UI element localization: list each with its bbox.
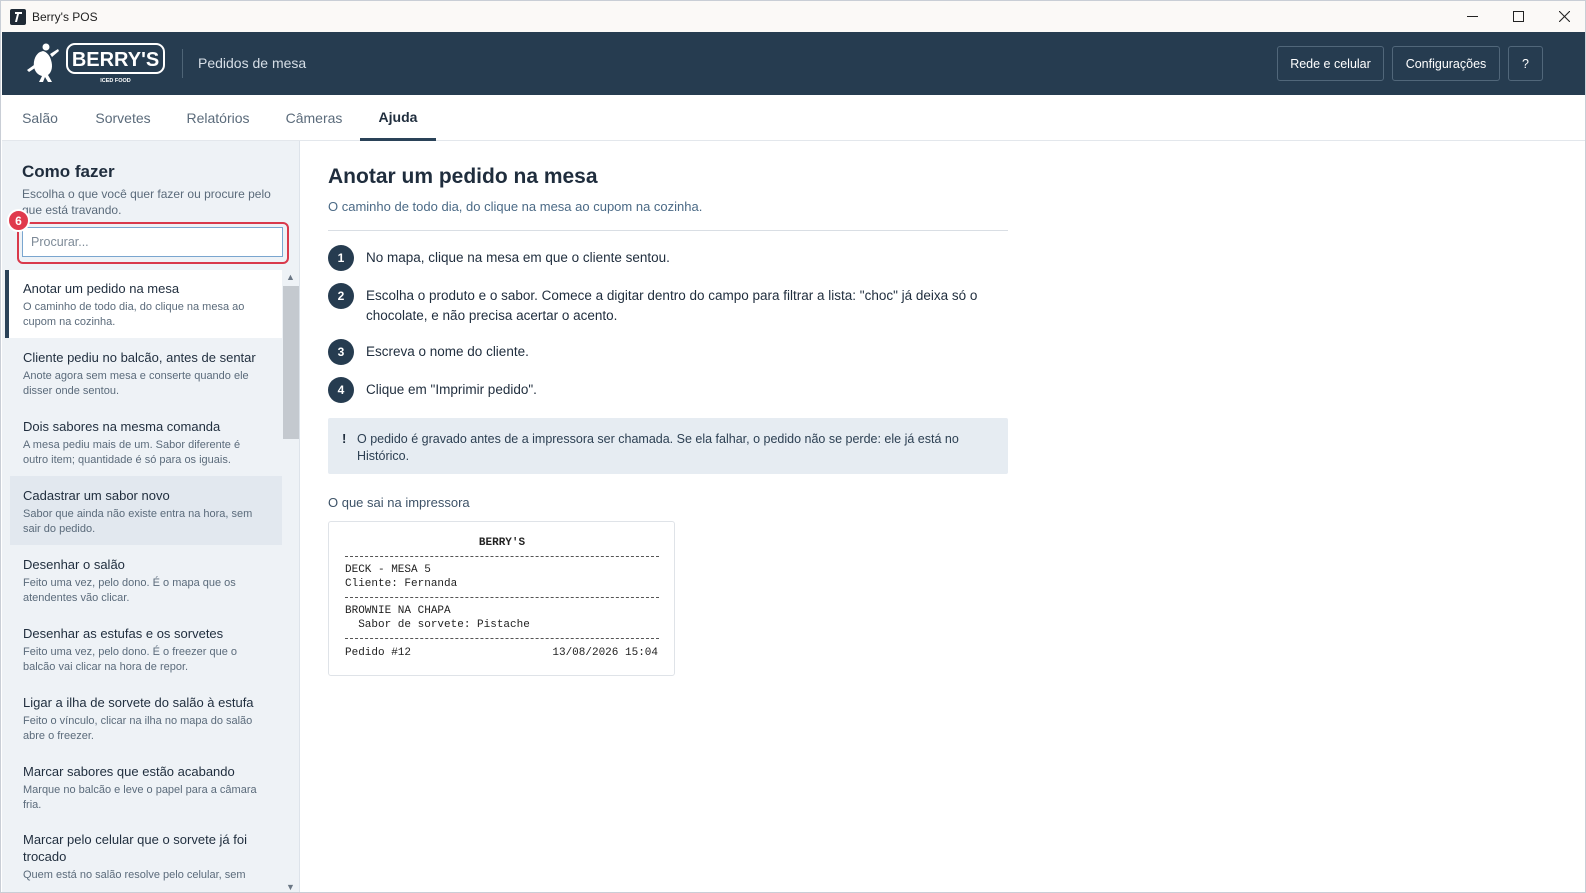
receipt-datetime: 13/08/2026 15:04: [552, 647, 658, 659]
receipt-customer: Cliente: Fernanda: [345, 578, 458, 590]
receipt-divider: [345, 556, 659, 557]
step-text: Escolha o produto e o sabor. Comece a di…: [366, 288, 978, 323]
list-item-title: Desenhar o salão: [23, 557, 125, 572]
tab-sorvetes[interactable]: Sorvetes: [86, 95, 160, 141]
list-item-desc: O caminho de todo dia, do clique na mesa…: [23, 301, 245, 328]
list-item-title: Anotar um pedido na mesa: [23, 281, 180, 296]
brand-wordmark: BERRY'S: [72, 49, 159, 71]
maximize-icon[interactable]: [1495, 1, 1541, 32]
sidebar-scrollbar[interactable]: ▲ ▼: [283, 270, 299, 892]
step-number: 2: [328, 283, 354, 309]
scroll-thumb[interactable]: [283, 286, 299, 439]
list-item-desc: Quem está no salão resolve pelo celular,…: [23, 869, 246, 881]
minimize-icon[interactable]: [1449, 1, 1495, 32]
sidebar-title: Como fazer: [22, 162, 115, 181]
list-item-desc: A mesa pediu mais de um. Sabor diferente…: [23, 439, 241, 466]
exclamation-icon: !: [342, 431, 347, 446]
step-item: 2 Escolha o produto e o sabor. Comece a …: [328, 283, 1018, 326]
step-number: 1: [328, 245, 354, 271]
receipt-location: DECK - MESA 5: [345, 564, 431, 576]
list-item-desc: Feito uma vez, pelo dono. É o mapa que o…: [23, 577, 236, 604]
list-item[interactable]: Cadastrar um sabor novo Sabor que ainda …: [10, 476, 282, 545]
list-item[interactable]: Anotar um pedido na mesa O caminho de to…: [5, 270, 282, 338]
list-item-desc: Marque no balcão e leve o papel para a c…: [23, 784, 257, 811]
app-logo-icon: [10, 8, 26, 25]
list-item[interactable]: Marcar pelo celular que o sorvete já foi…: [5, 821, 282, 892]
list-item-desc: Sabor que ainda não existe entra na hora…: [23, 508, 253, 535]
list-item[interactable]: Marcar sabores que estão acabando Marque…: [5, 752, 282, 821]
step-number: 3: [328, 339, 354, 365]
header-title: Pedidos de mesa: [198, 55, 307, 71]
step-text: Escreva o nome do cliente.: [366, 344, 529, 359]
divider: [328, 230, 1008, 231]
article-subtitle: O caminho de todo dia, do clique na mesa…: [328, 199, 703, 214]
list-item-desc: Feito uma vez, pelo dono. É o freezer qu…: [23, 646, 238, 673]
tab-ajuda[interactable]: Ajuda: [360, 95, 436, 141]
list-item[interactable]: Desenhar o salão Feito uma vez, pelo don…: [5, 545, 282, 614]
tab-relatorios[interactable]: Relatórios: [176, 95, 260, 141]
network-button[interactable]: Rede e celular: [1277, 46, 1384, 81]
receipt-flavor: Sabor de sorvete: Pistache: [345, 619, 530, 631]
tab-salao[interactable]: Salão: [8, 95, 72, 141]
list-item[interactable]: Desenhar as estufas e os sorvetes Feito …: [5, 614, 282, 683]
step-text: No mapa, clique na mesa em que o cliente…: [366, 250, 670, 265]
step-item: 3 Escreva o nome do cliente.: [328, 339, 1018, 365]
main-tabs: Salão Sorvetes Relatórios Câmeras Ajuda: [2, 95, 1585, 141]
receipt-divider: [345, 638, 659, 639]
list-item-title: Dois sabores na mesma comanda: [23, 419, 221, 434]
app-header: BERRY'S ICED FOOD Pedidos de mesa Rede e…: [2, 32, 1585, 95]
list-item[interactable]: Ligar a ilha de sorvete do salão à estuf…: [5, 683, 282, 752]
receipt-preview: BERRY'S DECK - MESA 5 Cliente: Fernanda …: [328, 521, 675, 676]
list-item[interactable]: Dois sabores na mesma comanda A mesa ped…: [5, 407, 282, 476]
list-item-desc: Anote agora sem mesa e conserte quando e…: [23, 370, 249, 397]
receipt-divider: [345, 597, 659, 598]
scroll-up-icon[interactable]: ▲: [286, 272, 295, 282]
header-divider: [182, 49, 183, 78]
brand-tagline: ICED FOOD: [100, 78, 131, 84]
close-icon[interactable]: [1541, 1, 1585, 32]
help-topic-list: Anotar um pedido na mesa O caminho de to…: [5, 270, 282, 892]
tab-cameras[interactable]: Câmeras: [276, 95, 352, 141]
help-button[interactable]: ?: [1508, 46, 1543, 81]
step-number: 4: [328, 377, 354, 403]
window-controls: [1449, 1, 1585, 32]
step-badge: 6: [7, 209, 30, 232]
step-text: Clique em "Imprimir pedido".: [366, 382, 537, 397]
step-item: 4 Clique em "Imprimir pedido".: [328, 377, 1018, 403]
list-item-title: Marcar pelo celular que o sorvete já foi…: [23, 832, 248, 864]
help-sidebar: Como fazer Escolha o que você quer fazer…: [2, 141, 300, 892]
title-bar: Berry's POS: [1, 1, 1585, 32]
step-item: 1 No mapa, clique na mesa em que o clien…: [328, 245, 1018, 271]
search-highlight: [17, 222, 289, 264]
list-item-desc: Feito o vínculo, clicar na ilha no mapa …: [23, 715, 253, 742]
berrys-logo: BERRY'S ICED FOOD: [18, 40, 168, 86]
receipt-header: BERRY'S: [478, 537, 526, 549]
list-item-title: Cadastrar um sabor novo: [23, 488, 170, 503]
note-text: O pedido é gravado antes de a impressora…: [357, 432, 959, 463]
printer-preview-label: O que sai na impressora: [328, 495, 470, 510]
window-title: Berry's POS: [32, 9, 98, 24]
sidebar-subtitle: Escolha o que você quer fazer ou procure…: [22, 187, 271, 217]
list-item-title: Cliente pediu no balcão, antes de sentar: [23, 350, 256, 365]
info-note: ! O pedido é gravado antes de a impresso…: [328, 418, 1008, 474]
list-item-title: Desenhar as estufas e os sorvetes: [23, 626, 224, 641]
article-title: Anotar um pedido na mesa: [328, 165, 598, 188]
list-item-title: Ligar a ilha de sorvete do salão à estuf…: [23, 695, 254, 710]
help-article: Anotar um pedido na mesa O caminho de to…: [301, 141, 1585, 892]
app-window: Berry's POS BERRY'S ICED FOOD Pedidos de…: [0, 0, 1586, 893]
settings-button[interactable]: Configurações: [1392, 46, 1500, 81]
receipt-product: BROWNIE NA CHAPA: [345, 605, 451, 617]
list-item-title: Marcar sabores que estão acabando: [23, 764, 235, 779]
list-item[interactable]: Cliente pediu no balcão, antes de sentar…: [5, 338, 282, 407]
scroll-down-icon[interactable]: ▼: [286, 882, 295, 892]
